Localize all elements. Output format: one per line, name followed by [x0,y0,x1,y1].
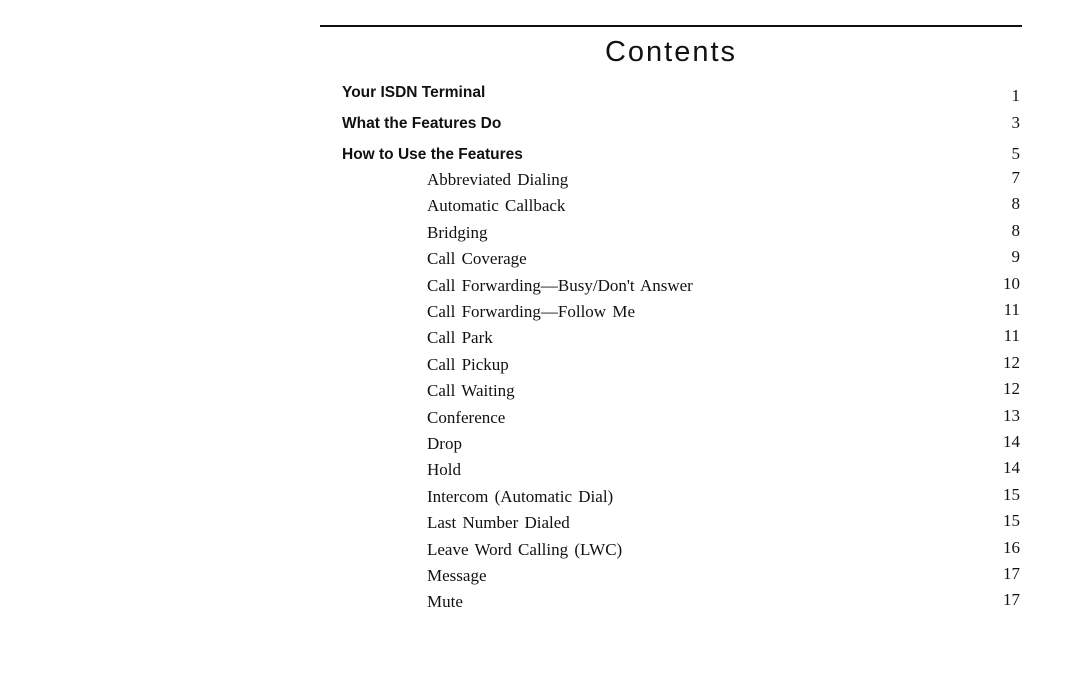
toc-page-number: 9 [1011,247,1021,267]
toc-section-label: What the Features Do [342,115,502,132]
toc-page-number: 17 [1003,564,1020,583]
toc-feature-row[interactable]: Call Waiting 12 [0,379,1080,405]
toc-page-number: 12 [1003,352,1020,372]
toc-feature-label: Drop [427,434,462,453]
toc-feature-row[interactable]: Last Number Dialed 15 [0,511,1080,537]
toc-page-number: 14 [1003,432,1020,451]
toc-feature-row[interactable]: Conference 13 [0,405,1080,432]
toc-feature-row[interactable]: Bridging 8 [0,220,1080,247]
toc-page-number: 7 [1011,168,1021,187]
toc-feature-row[interactable]: Drop 14 [0,432,1080,458]
toc-feature-label: Call Forwarding—Busy/Don't Answer [427,275,693,295]
toc-feature-label: Call Waiting [427,381,515,401]
toc-section-label: How to Use the Features [342,146,523,163]
toc-page-number: 3 [1011,113,1021,132]
toc-page-number: 14 [1003,458,1020,478]
toc-feature-label: Call Park [427,328,493,348]
top-rule [320,25,1022,27]
toc-page-number: 17 [1003,590,1020,610]
toc-section-row[interactable]: What the Features Do 3 [0,113,1080,139]
toc-feature-label: Call Coverage [427,249,527,269]
toc-section-row[interactable]: Your ISDN Terminal 1 [0,84,1080,108]
toc-page-number: 1 [1011,86,1021,105]
toc-feature-row[interactable]: Call Park 11 [0,326,1080,352]
toc-feature-row[interactable]: Call Forwarding—Busy/Don't Answer 10 [0,273,1080,300]
toc-feature-row[interactable]: Abbreviated Dialing 7 [0,168,1080,194]
toc-feature-label: Bridging [427,222,488,242]
toc-page-number: 16 [1003,537,1020,557]
toc-feature-label: Mute [427,592,463,612]
toc-page-number: 8 [1011,220,1021,240]
toc-feature-row[interactable]: Call Forwarding—Follow Me 11 [0,300,1080,326]
toc-feature-label: Automatic Callback [427,196,566,216]
toc-page-number: 11 [1003,326,1020,346]
toc-section-label: Your ISDN Terminal [342,84,486,101]
toc-page-number: 11 [1003,300,1020,319]
toc-page-number: 15 [1003,484,1020,504]
toc-feature-label: Message [427,566,487,585]
toc-section-row[interactable]: How to Use the Features 5 [0,144,1080,170]
toc-feature-row[interactable]: Intercom (Automatic Dial) 15 [0,484,1080,511]
toc-feature-label: Abbreviated Dialing [427,170,569,189]
toc-feature-label: Hold [427,460,461,480]
toc-page-number: 13 [1003,405,1020,425]
toc-feature-row[interactable]: Leave Word Calling (LWC) 16 [0,537,1080,564]
toc-feature-label: Leave Word Calling (LWC) [427,539,623,559]
toc-page-number: 15 [1003,511,1020,531]
toc-feature-row[interactable]: Automatic Callback 8 [0,194,1080,220]
toc-feature-row[interactable]: Hold 14 [0,458,1080,484]
toc-feature-row[interactable]: Mute 17 [0,590,1080,616]
page-title: Contents [604,36,738,68]
toc-feature-label: Call Forwarding—Follow Me [427,302,635,321]
toc-feature-row[interactable]: Message 17 [0,564,1080,590]
toc-page-number: 8 [1011,194,1021,214]
toc-feature-label: Call Pickup [427,354,509,374]
toc-page-number: 12 [1003,379,1020,399]
toc-feature-label: Last Number Dialed [427,513,570,533]
toc-feature-label: Conference [427,407,506,427]
toc-feature-row[interactable]: Call Coverage 9 [0,247,1080,273]
toc-page-number: 5 [1011,144,1021,163]
toc-page-number: 10 [1003,273,1020,293]
toc-feature-row[interactable]: Call Pickup 12 [0,352,1080,379]
toc-feature-label: Intercom (Automatic Dial) [427,486,614,506]
